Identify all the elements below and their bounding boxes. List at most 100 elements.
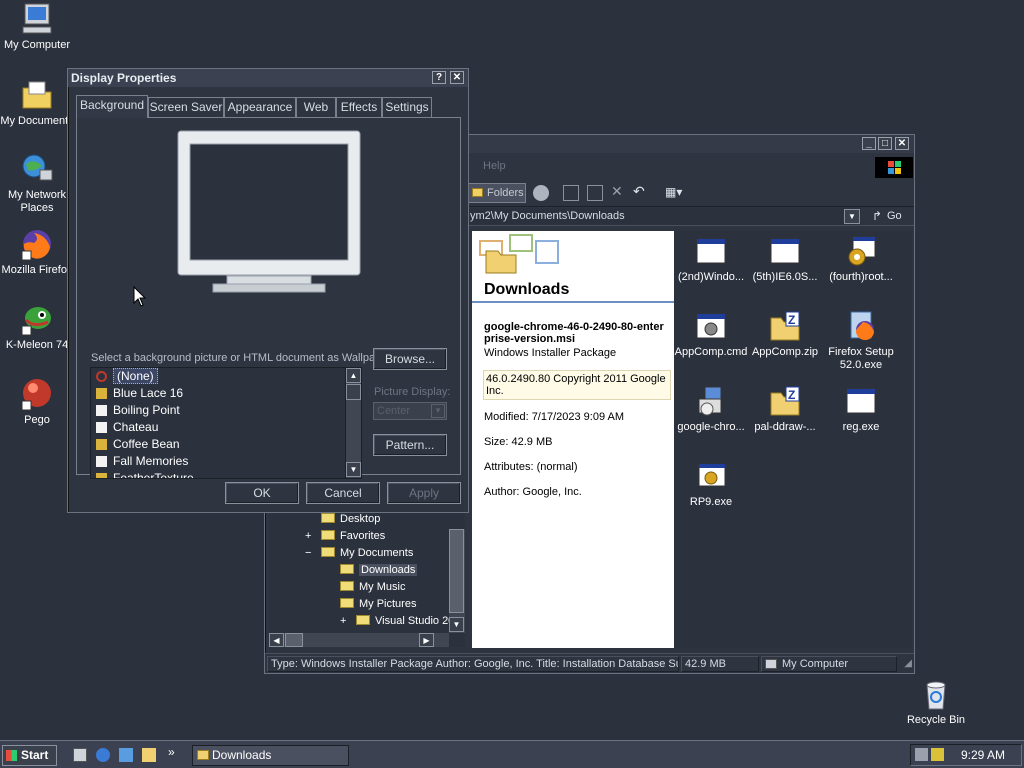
desktop-icon-pego[interactable]: Pego [0, 377, 74, 427]
desktop-icon-my-documents[interactable]: My Documents [0, 78, 74, 128]
wallpaper-item[interactable]: Blue Lace 16 [91, 385, 361, 402]
file-item[interactable]: google-chro... [674, 385, 748, 434]
file-item[interactable]: Z pal-ddraw-... [748, 385, 822, 434]
address-dropdown-icon[interactable]: ▼ [844, 209, 860, 224]
network-tray-icon[interactable] [915, 748, 928, 761]
downloads-folder-icon [479, 234, 559, 274]
tree-item-label: Visual Studio 20 [375, 615, 449, 627]
wallpaper-item[interactable]: Chateau [91, 419, 361, 436]
desktop-icon-kmeleon[interactable]: K-Meleon 74 [0, 302, 74, 352]
tab-web[interactable]: Web [296, 97, 336, 117]
go-button[interactable]: ↱ Go [869, 208, 911, 225]
dialog-titlebar[interactable]: Display Properties ? ✕ [68, 69, 468, 87]
svg-text:Z: Z [788, 313, 795, 327]
file-item[interactable]: (fourth)root... [824, 235, 898, 284]
desktop-icon-my-computer[interactable]: My Computer [0, 2, 74, 52]
explorer-icon[interactable] [142, 748, 156, 762]
scroll-down-arrow-icon[interactable]: ▼ [346, 462, 361, 477]
desktop-icon-recycle-bin[interactable]: Recycle Bin [899, 677, 973, 727]
start-button[interactable]: Start [2, 745, 57, 766]
tree-item-desktop[interactable]: Desktop [321, 513, 380, 525]
wallpaper-list-scrollbar[interactable]: ▲ ▼ [345, 368, 361, 478]
file-author: Author: Google, Inc. [484, 486, 582, 498]
show-desktop-icon[interactable] [73, 748, 87, 762]
desktop-icon-label: My Documents [0, 115, 74, 127]
minimize-icon[interactable]: _ [862, 137, 876, 150]
internet-explorer-icon[interactable] [96, 748, 110, 762]
desktop-icon-network[interactable]: My Network Places [0, 152, 74, 215]
tree-expander[interactable]: + [305, 530, 311, 542]
scroll-left-arrow-icon[interactable]: ◀ [269, 633, 284, 647]
move-to-icon[interactable] [563, 185, 579, 201]
tree-scrollbar-horizontal[interactable]: ◀ ▶ [269, 633, 449, 647]
folder-icon [321, 547, 335, 557]
file-item[interactable]: RP9.exe [674, 460, 748, 509]
browse-button[interactable]: Browse... [373, 348, 447, 370]
wallpaper-item[interactable]: Fall Memories [91, 453, 361, 470]
tree-item-my-pictures[interactable]: My Pictures [340, 598, 416, 610]
history-icon[interactable] [533, 185, 549, 201]
scroll-thumb[interactable] [285, 633, 303, 647]
firefox-icon [20, 227, 54, 261]
tab-screen-saver[interactable]: Screen Saver [148, 97, 224, 117]
wallpaper-label: FeatherTexture [113, 471, 194, 479]
tab-appearance[interactable]: Appearance [224, 97, 296, 117]
resize-grip-icon[interactable]: ◢ [904, 658, 912, 669]
music-folder-icon [340, 581, 354, 591]
tree-scrollbar-vertical[interactable]: ▼ [449, 529, 465, 633]
address-input[interactable]: ym2\My Documents\Downloads [468, 208, 861, 225]
wallpaper-item[interactable]: FeatherTexture [91, 470, 361, 479]
recycle-bin-icon [919, 677, 953, 711]
cancel-button[interactable]: Cancel [306, 482, 380, 504]
scroll-thumb[interactable] [449, 529, 464, 613]
maximize-icon[interactable]: □ [878, 137, 892, 150]
pattern-button[interactable]: Pattern... [373, 434, 447, 456]
wallpaper-list[interactable]: (None) Blue Lace 16 Boiling Point Chatea… [90, 367, 362, 479]
copy-to-icon[interactable] [587, 185, 603, 201]
help-icon[interactable]: ? [432, 71, 446, 84]
scroll-right-arrow-icon[interactable]: ▶ [419, 633, 434, 647]
tree-expander[interactable]: + [340, 615, 346, 627]
tree-expander[interactable]: − [305, 547, 311, 559]
tab-settings[interactable]: Settings [382, 97, 432, 117]
wallpaper-item[interactable]: Boiling Point [91, 402, 361, 419]
tree-item-my-music[interactable]: My Music [340, 581, 405, 593]
go-label: Go [887, 210, 902, 222]
undo-icon[interactable]: ↶ [633, 183, 645, 200]
folders-button[interactable]: Folders [468, 183, 526, 203]
quick-launch-chevron[interactable]: » [168, 745, 175, 759]
delete-icon[interactable]: ✕ [611, 183, 623, 200]
file-item[interactable]: AppComp.cmd [674, 310, 748, 359]
tree-item-my-documents[interactable]: − My Documents [305, 547, 413, 559]
html-file-icon [96, 405, 107, 416]
close-icon[interactable]: ✕ [450, 71, 464, 84]
tab-background[interactable]: Background [76, 95, 148, 118]
file-item[interactable]: (5th)IE6.0S... [748, 235, 822, 284]
scroll-thumb[interactable] [346, 384, 361, 400]
desktop-icon-firefox[interactable]: Mozilla Firefox [0, 227, 74, 277]
scroll-up-arrow-icon[interactable]: ▲ [346, 368, 361, 383]
file-item[interactable]: reg.exe [824, 385, 898, 434]
picture-display-select[interactable]: Center ▼ [373, 402, 447, 420]
tree-item-label: Favorites [340, 530, 386, 542]
file-item[interactable]: Firefox Setup 52.0.exe [824, 310, 898, 372]
views-icon[interactable]: ▦▾ [665, 185, 687, 200]
menu-help[interactable]: Help [483, 160, 506, 172]
outlook-express-icon[interactable] [119, 748, 133, 762]
tree-item-favorites[interactable]: + Favorites [305, 530, 386, 542]
wallpaper-item[interactable]: Coffee Bean [91, 436, 361, 453]
wallpaper-item-none[interactable]: (None) [91, 368, 361, 385]
ok-button[interactable]: OK [225, 482, 299, 504]
file-name: google-chro... [677, 421, 745, 433]
apply-button[interactable]: Apply [387, 482, 461, 504]
security-tray-icon[interactable] [931, 748, 944, 761]
taskbar-button-downloads[interactable]: Downloads [192, 745, 349, 766]
file-item[interactable]: (2nd)Windo... [674, 235, 748, 284]
scroll-down-arrow-icon[interactable]: ▼ [449, 617, 464, 632]
tree-item-visual-studio[interactable]: + Visual Studio 20 [340, 615, 449, 627]
close-icon[interactable]: ✕ [895, 137, 909, 150]
tree-item-downloads[interactable]: Downloads [340, 564, 418, 576]
file-item[interactable]: Z AppComp.zip [748, 310, 822, 359]
desktop-icon-label: Mozilla Firefox [1, 264, 73, 276]
tab-effects[interactable]: Effects [336, 97, 382, 117]
